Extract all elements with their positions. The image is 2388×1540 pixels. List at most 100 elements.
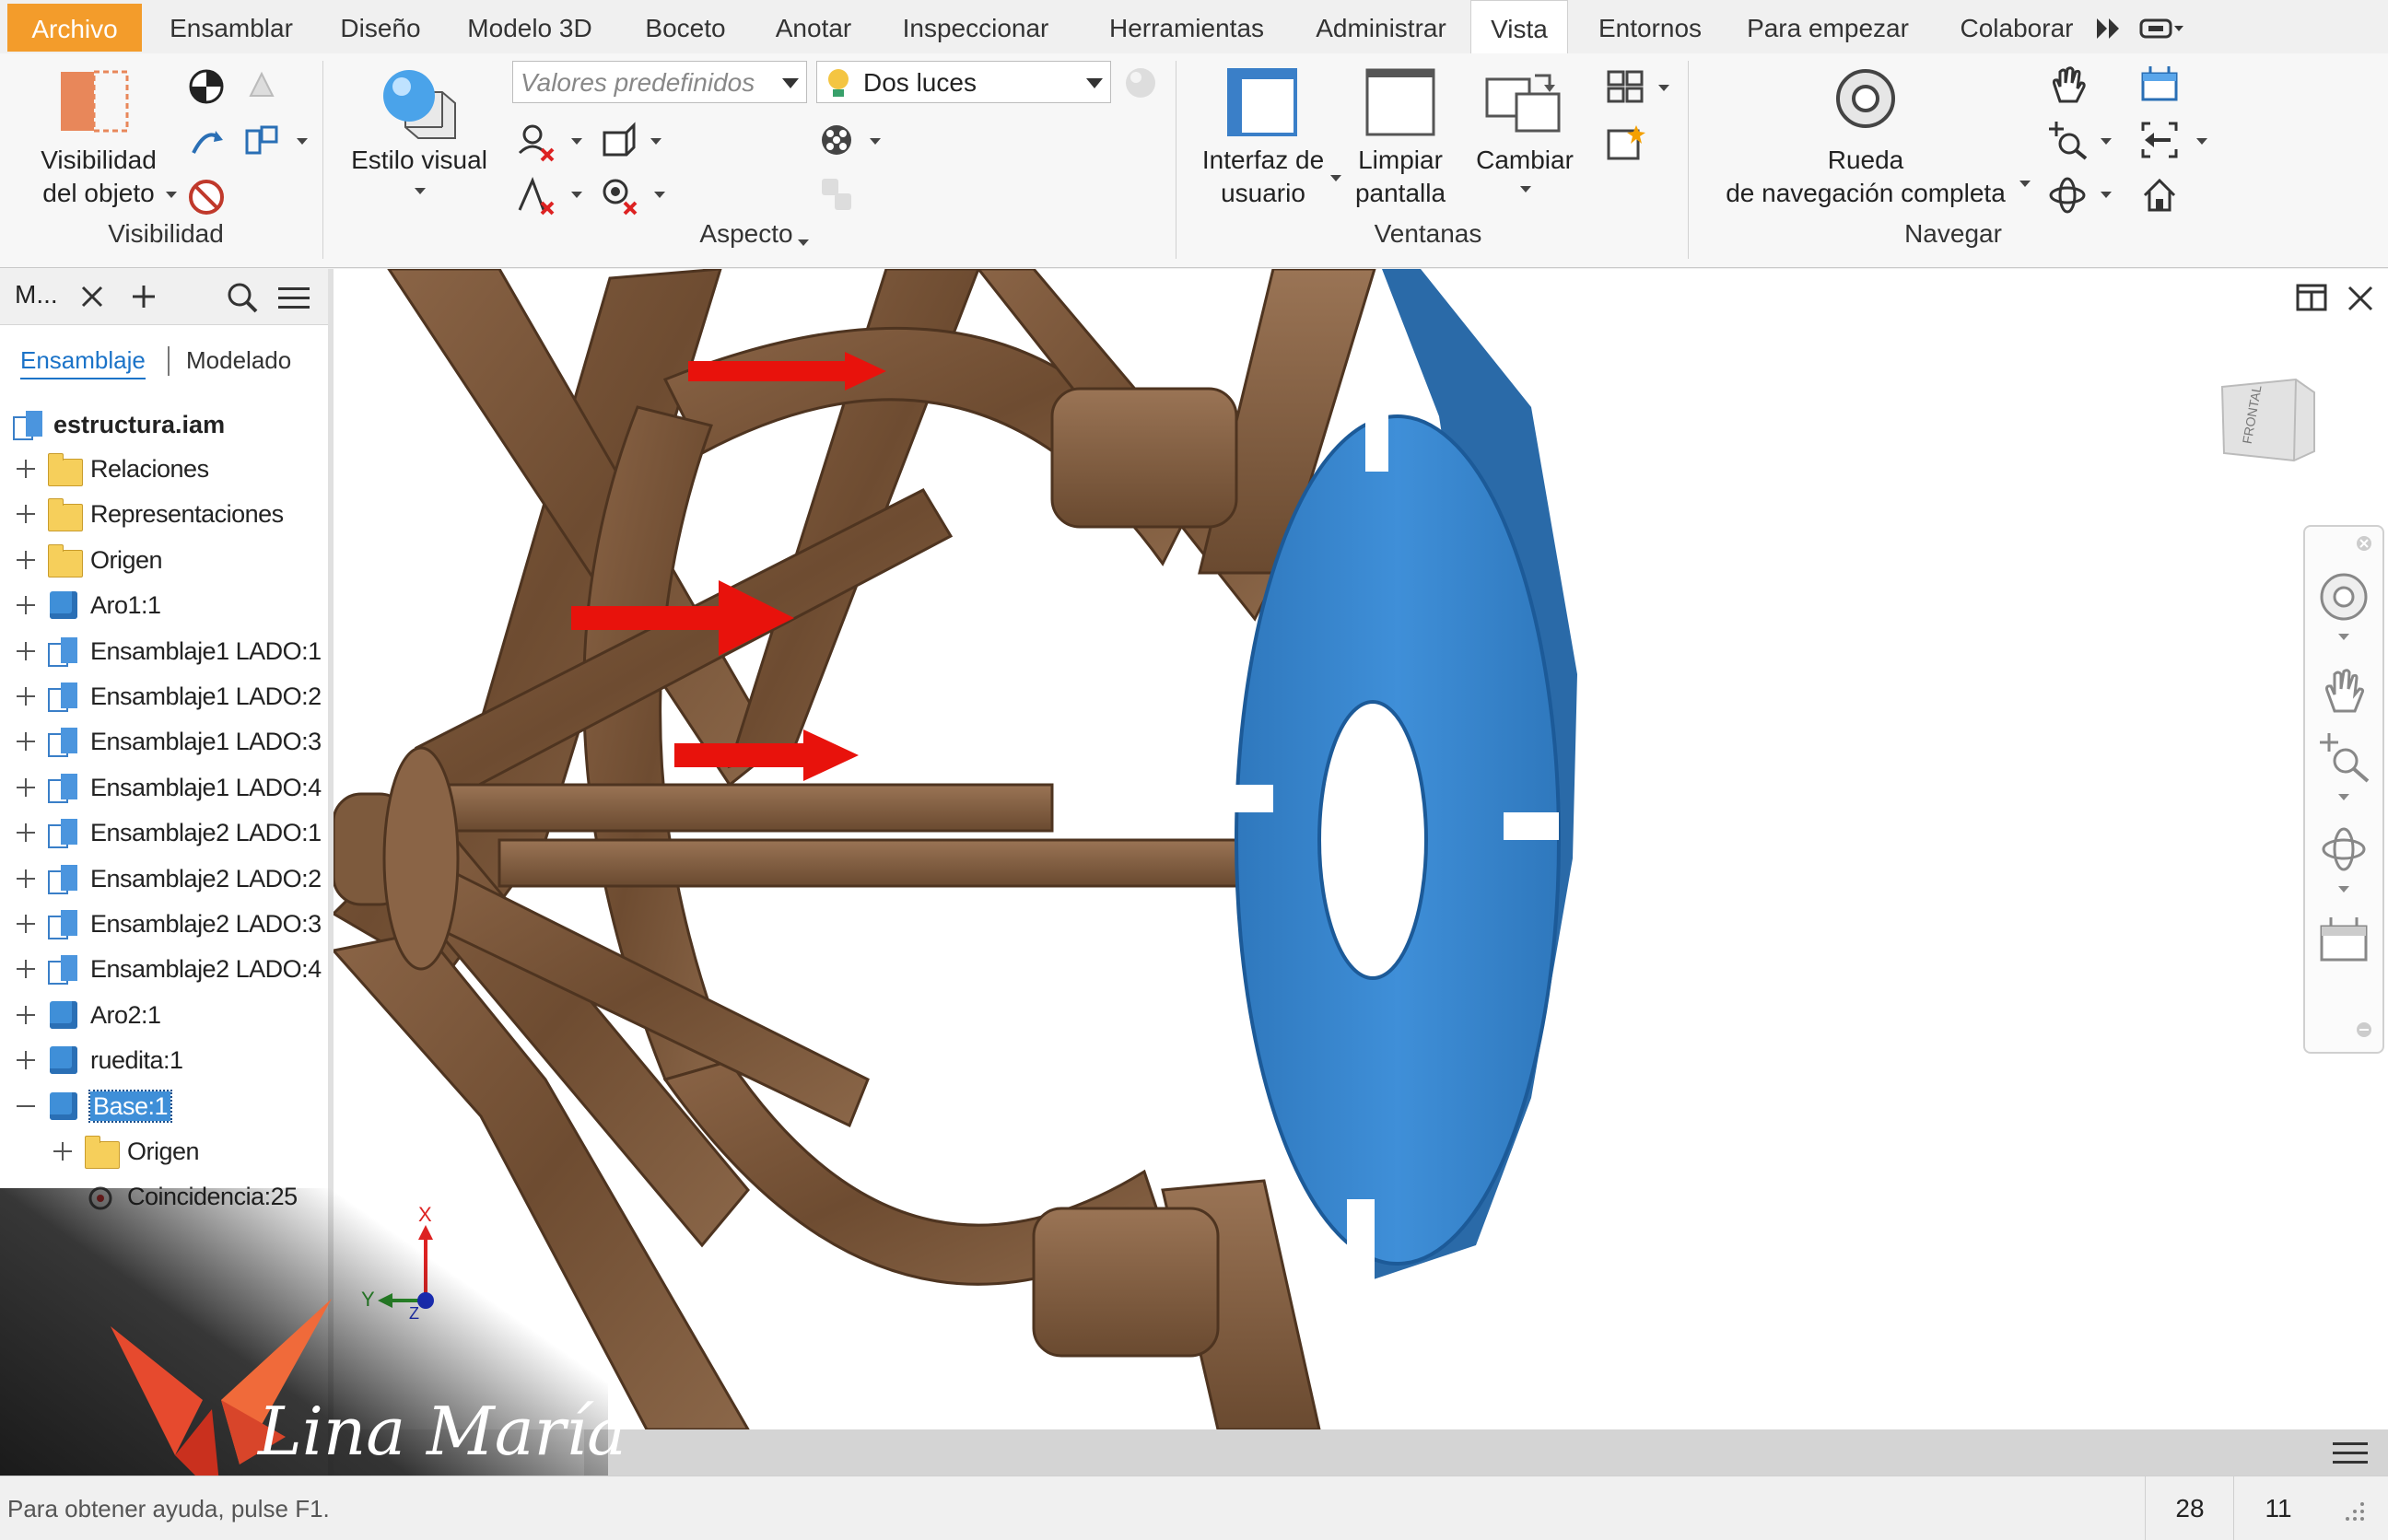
chevron-down-icon[interactable] — [297, 138, 308, 145]
more-tabs-icon[interactable] — [2097, 18, 2121, 43]
chevron-down-icon[interactable] — [650, 138, 661, 145]
clean-screen-label-2[interactable]: pantalla — [1345, 177, 1456, 210]
chevron-down-icon[interactable] — [870, 138, 881, 145]
ground-plane-icon[interactable] — [1122, 64, 1159, 106]
transparent-icon[interactable] — [243, 68, 280, 110]
chevron-down-icon[interactable] — [654, 192, 665, 198]
visual-style-label[interactable]: Estilo visual — [341, 144, 498, 177]
tab-boceto[interactable]: Boceto — [623, 0, 748, 53]
expand-icon[interactable] — [17, 1051, 35, 1070]
restore-window-icon[interactable] — [2296, 284, 2327, 311]
close-icon[interactable] — [2355, 534, 2373, 553]
steering-wheel-label[interactable]: Rueda — [1806, 144, 1926, 177]
iso-view-icon[interactable] — [243, 123, 280, 165]
chevron-down-icon[interactable] — [2338, 794, 2349, 800]
chevron-down-icon[interactable] — [571, 192, 582, 198]
tree-item[interactable]: Origen — [50, 1130, 326, 1172]
menu-icon[interactable] — [278, 286, 310, 311]
shadows-icon[interactable] — [516, 122, 556, 167]
collapse-icon[interactable] — [17, 1097, 35, 1115]
tab-para-empezar[interactable]: Para empezar — [1732, 0, 1924, 53]
ray-tracing-icon[interactable] — [818, 175, 859, 220]
chevron-down-icon[interactable] — [571, 138, 582, 145]
tree-item[interactable]: Relaciones — [13, 448, 326, 490]
clean-screen-label[interactable]: Limpiar — [1345, 144, 1456, 177]
document-tab[interactable] — [334, 1429, 584, 1479]
menu-icon[interactable] — [2333, 1441, 2368, 1466]
switch-window-label[interactable]: Cambiar — [1465, 144, 1585, 177]
user-interface-icon[interactable] — [1225, 66, 1299, 143]
steering-wheel-icon[interactable] — [2318, 571, 2370, 623]
tab-anotar[interactable]: Anotar — [763, 0, 864, 53]
chevron-down-icon[interactable] — [1658, 85, 1669, 91]
lighting-style-combo[interactable]: Dos luces — [816, 61, 1111, 103]
graphics-viewport[interactable]: FRONTAL X Y Z — [334, 269, 2388, 1429]
tab-vista[interactable]: Vista — [1470, 0, 1568, 55]
expand-icon[interactable] — [17, 505, 35, 524]
chevron-down-icon[interactable] — [2101, 138, 2112, 145]
view-face-icon[interactable] — [2318, 914, 2370, 965]
expand-icon[interactable] — [17, 550, 35, 569]
expand-icon[interactable] — [17, 596, 35, 615]
zoom-all-icon[interactable] — [2139, 120, 2180, 165]
chevron-down-icon[interactable] — [798, 239, 809, 246]
tree-item[interactable]: Ensamblaje1 LADO:1 — [13, 630, 326, 672]
browser-title[interactable]: M... — [15, 280, 58, 309]
tab-ensamblar[interactable]: Ensamblar — [153, 0, 310, 53]
chevron-down-icon[interactable] — [2338, 886, 2349, 892]
pan-icon[interactable] — [2318, 665, 2370, 717]
tree-item[interactable]: Ensamblaje1 LADO:2 — [13, 675, 326, 718]
search-icon[interactable] — [227, 282, 258, 313]
presets-combo[interactable]: Valores predefinidos — [512, 61, 807, 103]
chevron-down-icon[interactable] — [2101, 192, 2112, 198]
appearance-panel-title[interactable]: Aspecto — [645, 219, 848, 249]
ambient-occlusion-icon[interactable] — [599, 175, 639, 220]
chevron-down-icon[interactable] — [1520, 186, 1531, 192]
expand-icon[interactable] — [17, 960, 35, 979]
expand-icon[interactable] — [53, 1142, 72, 1161]
view-face-icon[interactable] — [2139, 64, 2180, 110]
tab-administrar[interactable]: Administrar — [1297, 0, 1465, 53]
expand-icon[interactable] — [17, 687, 35, 706]
add-icon[interactable] — [131, 284, 157, 309]
perspective-icon[interactable] — [516, 175, 556, 220]
panel-options-icon[interactable] — [2139, 17, 2185, 45]
tab-modelo-3d[interactable]: Modelo 3D — [451, 0, 608, 53]
hide-icon[interactable] — [188, 179, 225, 220]
reflection-icon[interactable] — [599, 122, 639, 167]
tree-item[interactable]: Coincidencia:25 — [50, 1175, 326, 1218]
object-visibility-icon[interactable] — [59, 68, 129, 137]
resize-grip-icon[interactable] — [2340, 1499, 2368, 1531]
expand-icon[interactable] — [17, 1005, 35, 1024]
tab-diseno[interactable]: Diseño — [324, 0, 437, 53]
object-visibility-label[interactable]: Visibilidad — [20, 144, 177, 177]
tab-inspeccionar[interactable]: Inspeccionar — [881, 0, 1071, 53]
switch-window-icon[interactable] — [1485, 66, 1563, 143]
tree-item[interactable]: Base:1 — [13, 1085, 326, 1127]
object-visibility-label-2[interactable]: del objeto — [20, 177, 177, 210]
tab-archivo[interactable]: Archivo — [7, 4, 142, 52]
tree-item[interactable]: Ensamblaje2 LADO:3 — [13, 903, 326, 945]
tab-ensamblaje[interactable]: Ensamblaje — [20, 346, 146, 379]
tree-item[interactable]: Ensamblaje2 LADO:4 — [13, 948, 326, 990]
tree-item[interactable]: Representaciones — [13, 493, 326, 535]
tree-item[interactable]: Ensamblaje1 LADO:3 — [13, 720, 326, 763]
orbit-icon[interactable] — [2047, 175, 2088, 220]
tree-item[interactable]: Ensamblaje2 LADO:2 — [13, 858, 326, 900]
steering-wheel-icon[interactable] — [1833, 66, 1898, 135]
close-icon[interactable] — [81, 286, 103, 308]
textures-icon[interactable] — [818, 122, 859, 167]
user-interface-label-2[interactable]: usuario — [1194, 177, 1332, 210]
chevron-down-icon[interactable] — [166, 192, 177, 198]
tree-item[interactable]: Aro2:1 — [13, 994, 326, 1036]
center-of-gravity-icon[interactable] — [188, 68, 225, 110]
chevron-down-icon[interactable] — [2338, 634, 2349, 640]
zoom-icon[interactable] — [2047, 120, 2090, 165]
degrees-of-freedom-icon[interactable] — [188, 123, 225, 165]
wooden-frame[interactable] — [334, 269, 1376, 1429]
viewcube[interactable]: FRONTAL — [2213, 370, 2324, 462]
expand-icon[interactable] — [17, 823, 35, 843]
expand-icon[interactable] — [17, 732, 35, 752]
expand-icon[interactable] — [17, 869, 35, 888]
steering-wheel-label-2[interactable]: de navegación completa — [1714, 177, 2018, 210]
